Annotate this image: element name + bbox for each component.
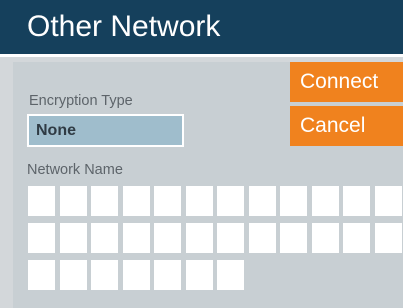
- network-name-char-cell[interactable]: [60, 223, 87, 253]
- network-name-char-cell[interactable]: [28, 260, 55, 290]
- encryption-type-select[interactable]: None: [27, 114, 184, 147]
- network-name-char-cell[interactable]: [375, 186, 402, 216]
- network-name-char-cell[interactable]: [249, 186, 276, 216]
- network-name-char-cell[interactable]: [186, 260, 213, 290]
- network-name-char-cell[interactable]: [28, 186, 55, 216]
- title-bar: Other Network: [0, 0, 403, 57]
- network-name-char-cell[interactable]: [186, 223, 213, 253]
- network-name-char-cell[interactable]: [154, 260, 181, 290]
- network-name-char-cell[interactable]: [91, 186, 118, 216]
- network-name-char-cell[interactable]: [343, 223, 370, 253]
- network-name-char-cell[interactable]: [312, 186, 339, 216]
- network-name-char-cell[interactable]: [375, 223, 402, 253]
- network-name-char-cell[interactable]: [186, 186, 213, 216]
- network-name-char-cell[interactable]: [91, 223, 118, 253]
- network-name-char-cell[interactable]: [343, 186, 370, 216]
- network-name-char-cell[interactable]: [280, 223, 307, 253]
- network-name-label: Network Name: [27, 162, 123, 178]
- network-name-char-cell[interactable]: [154, 223, 181, 253]
- connect-button[interactable]: Connect: [290, 62, 403, 102]
- network-name-char-cell[interactable]: [123, 186, 150, 216]
- network-name-char-cell[interactable]: [217, 223, 244, 253]
- network-name-char-cell[interactable]: [154, 186, 181, 216]
- cancel-button[interactable]: Cancel: [290, 106, 403, 146]
- network-name-char-cell[interactable]: [123, 260, 150, 290]
- network-name-char-cell[interactable]: [60, 186, 87, 216]
- network-name-input[interactable]: [28, 186, 403, 296]
- encryption-type-label: Encryption Type: [29, 93, 133, 109]
- network-name-char-cell[interactable]: [217, 186, 244, 216]
- network-name-char-cell[interactable]: [91, 260, 118, 290]
- page-title: Other Network: [27, 10, 221, 43]
- network-name-char-cell[interactable]: [60, 260, 87, 290]
- network-name-char-cell[interactable]: [280, 186, 307, 216]
- network-name-char-cell[interactable]: [123, 223, 150, 253]
- network-name-char-cell[interactable]: [28, 223, 55, 253]
- network-name-char-cell[interactable]: [217, 260, 244, 290]
- network-name-char-cell[interactable]: [249, 223, 276, 253]
- network-name-char-cell[interactable]: [312, 223, 339, 253]
